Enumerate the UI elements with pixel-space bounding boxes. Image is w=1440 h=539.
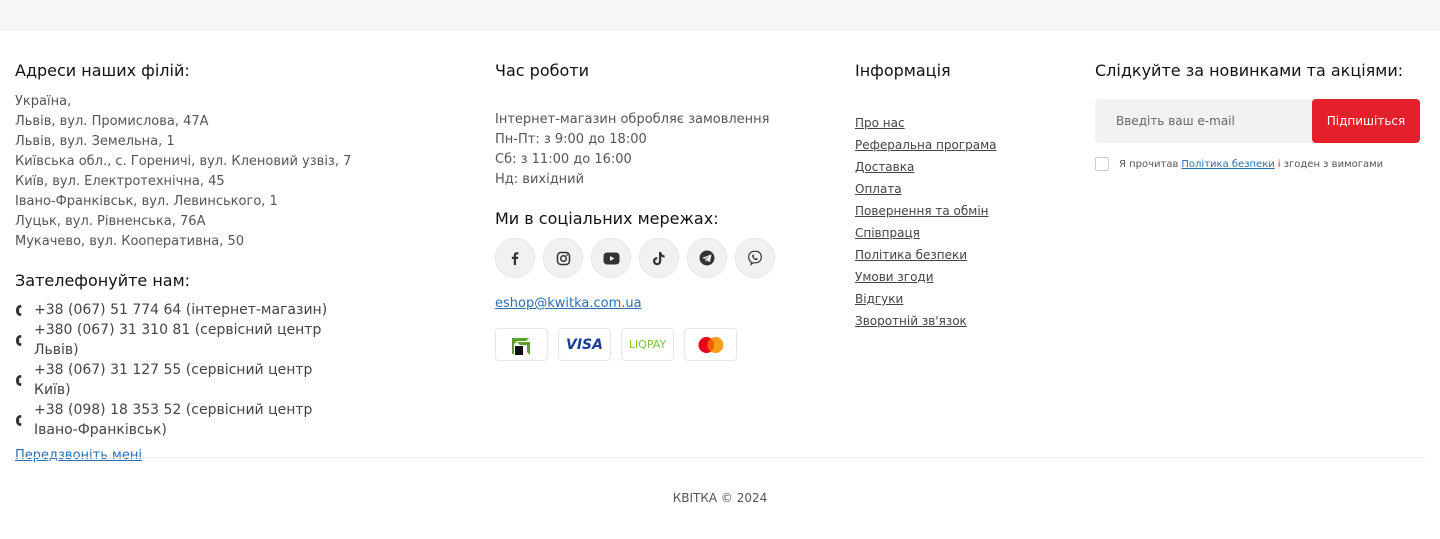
info-column: Інформація Про нас Реферальна програма Д…: [855, 60, 1075, 332]
viber-icon[interactable]: [735, 238, 775, 278]
top-strip: [0, 0, 1440, 30]
address-line: Київ, вул. Електротехнічна, 45: [15, 174, 225, 189]
info-link-delivery[interactable]: Доставка: [855, 156, 1075, 178]
agree-row: Я прочитав Політика безпеки і згоден з в…: [1095, 157, 1425, 171]
info-link-terms[interactable]: Умови згоди: [855, 266, 1075, 288]
phones-title: Зателефонуйте нам:: [15, 271, 191, 290]
privatbank-logo: [495, 328, 548, 361]
hours-line: Нд: вихідний: [495, 172, 585, 187]
tiktok-icon[interactable]: [639, 238, 679, 278]
visa-logo: VISA: [558, 328, 611, 361]
phone-icon: [15, 334, 34, 347]
phone-number: +380 (067) 31 310 81 (сервісний центр Ль…: [34, 322, 322, 358]
liqpay-logo: LIQPAY: [621, 328, 674, 361]
address-line: Київська обл., с. Гореничі, вул. Кленови…: [15, 154, 352, 169]
callback-link[interactable]: Передзвоніть мені: [15, 446, 142, 466]
address-line: Львів, вул. Промислова, 47А: [15, 114, 209, 129]
hours-title: Час роботи: [495, 61, 589, 80]
hours-list: Інтернет-магазин обробляє замовлення Пн-…: [495, 110, 815, 190]
phone-item[interactable]: +38 (067) 31 127 55 (сервісний центр Киї…: [15, 360, 435, 400]
liqpay-label: LIQPAY: [628, 338, 667, 351]
phone-item[interactable]: +38 (067) 51 774 64 (інтернет-магазин): [15, 300, 435, 320]
info-links: Про нас Реферальна програма Доставка Опл…: [855, 112, 1075, 332]
phone-icon: [15, 374, 34, 387]
info-link-referral[interactable]: Реферальна програма: [855, 134, 1075, 156]
hours-line: Сб: з 11:00 до 16:00: [495, 152, 632, 167]
email-link[interactable]: eshop@kwitka.com.ua: [495, 294, 642, 314]
payment-methods: VISA LIQPAY: [495, 328, 815, 361]
youtube-icon[interactable]: [591, 238, 631, 278]
phone-icon: [15, 414, 34, 427]
subscribe-button[interactable]: Підпишіться: [1312, 99, 1420, 143]
address-list: Україна, Львів, вул. Промислова, 47А Льв…: [15, 92, 435, 252]
mastercard-logo: [684, 328, 737, 361]
info-link-reviews[interactable]: Відгуки: [855, 288, 1075, 310]
phone-list: +38 (067) 51 774 64 (інтернет-магазин) +…: [15, 300, 435, 440]
hours-line: Пн-Пт: з 9:00 до 18:00: [495, 132, 647, 147]
hours-column: Час роботи Інтернет-магазин обробляє зам…: [495, 60, 815, 361]
footer-divider: [15, 457, 1425, 458]
info-link-security-policy[interactable]: Політика безпеки: [855, 244, 1075, 266]
address-line: Івано-Франківськ, вул. Левинського, 1: [15, 194, 278, 209]
phone-icon: [15, 304, 34, 317]
phone-item[interactable]: +380 (067) 31 310 81 (сервісний центр Ль…: [15, 320, 435, 360]
social-icons: [495, 238, 815, 278]
info-title: Інформація: [855, 61, 951, 80]
security-policy-link[interactable]: Політика безпеки: [1181, 159, 1274, 170]
info-link-returns[interactable]: Повернення та обмін: [855, 200, 1075, 222]
subscribe-form: Підпишіться: [1095, 99, 1420, 143]
subscribe-column: Слідкуйте за новинками та акціями: Підпи…: [1095, 60, 1425, 171]
info-link-cooperation[interactable]: Співпраця: [855, 222, 1075, 244]
info-link-payment[interactable]: Оплата: [855, 178, 1075, 200]
address-line: Луцьк, вул. Рівненська, 76А: [15, 214, 206, 229]
phone-item[interactable]: +38 (098) 18 353 52 (сервісний центр Іва…: [15, 400, 435, 440]
phone-number: +38 (067) 31 127 55 (сервісний центр Киї…: [34, 362, 313, 398]
address-line: Україна,: [15, 94, 72, 109]
facebook-icon[interactable]: [495, 238, 535, 278]
subscribe-title: Слідкуйте за новинками та акціями:: [1095, 61, 1404, 80]
info-link-about[interactable]: Про нас: [855, 112, 1075, 134]
branches-title: Адреси наших філій:: [15, 61, 190, 80]
phone-number: +38 (098) 18 353 52 (сервісний центр Іва…: [34, 402, 313, 438]
social-title: Ми в соціальних мережах:: [495, 209, 719, 228]
agree-prefix: Я прочитав: [1119, 158, 1179, 170]
copyright: КВІТКА © 2024: [672, 491, 768, 505]
phone-number: +38 (067) 51 774 64 (інтернет-магазин): [34, 302, 328, 318]
telegram-icon[interactable]: [687, 238, 727, 278]
instagram-icon[interactable]: [543, 238, 583, 278]
info-link-feedback[interactable]: Зворотній зв'язок: [855, 310, 1075, 332]
email-input[interactable]: [1095, 99, 1316, 143]
branches-column: Адреси наших філій: Україна, Львів, вул.…: [15, 60, 435, 466]
hours-line: Інтернет-магазин обробляє замовлення: [495, 112, 770, 127]
agree-checkbox[interactable]: [1095, 157, 1109, 171]
address-line: Львів, вул. Земельна, 1: [15, 134, 175, 149]
agree-suffix: і згоден з вимогами: [1277, 158, 1384, 170]
visa-label: VISA: [566, 336, 603, 353]
address-line: Мукачево, вул. Кооперативна, 50: [15, 234, 245, 249]
